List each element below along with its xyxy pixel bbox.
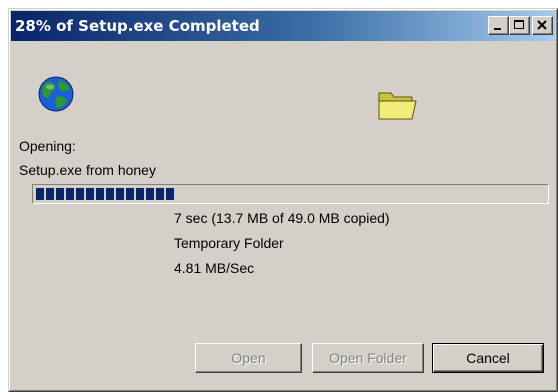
- destination-text: Temporary Folder: [174, 235, 284, 251]
- minimize-button[interactable]: [488, 16, 509, 35]
- title-bar[interactable]: 28% of Setup.exe Completed: [11, 11, 555, 41]
- window-title: 28% of Setup.exe Completed: [15, 17, 260, 35]
- download-dialog: 28% of Setup.exe Completed Opening: Setu…: [8, 8, 558, 392]
- globe-icon: [38, 76, 74, 112]
- close-icon: [537, 20, 547, 30]
- cancel-button[interactable]: Cancel: [432, 343, 544, 373]
- folder-icon: [378, 92, 417, 120]
- progress-bar: [32, 184, 549, 204]
- transfer-rate-text: 4.81 MB/Sec: [174, 260, 255, 276]
- action-label: Opening:: [19, 138, 76, 154]
- maximize-button[interactable]: [509, 16, 530, 35]
- open-button[interactable]: Open: [195, 343, 302, 373]
- minimize-icon: [494, 28, 501, 30]
- close-button[interactable]: [532, 16, 553, 35]
- open-folder-button[interactable]: Open Folder: [312, 343, 424, 373]
- time-remaining-text: 7 sec (13.7 MB of 49.0 MB copied): [174, 210, 390, 226]
- file-source-label: Setup.exe from honey: [19, 162, 156, 178]
- maximize-icon: [514, 20, 524, 29]
- progress-fill: [36, 188, 174, 200]
- caption-buttons: [488, 16, 553, 35]
